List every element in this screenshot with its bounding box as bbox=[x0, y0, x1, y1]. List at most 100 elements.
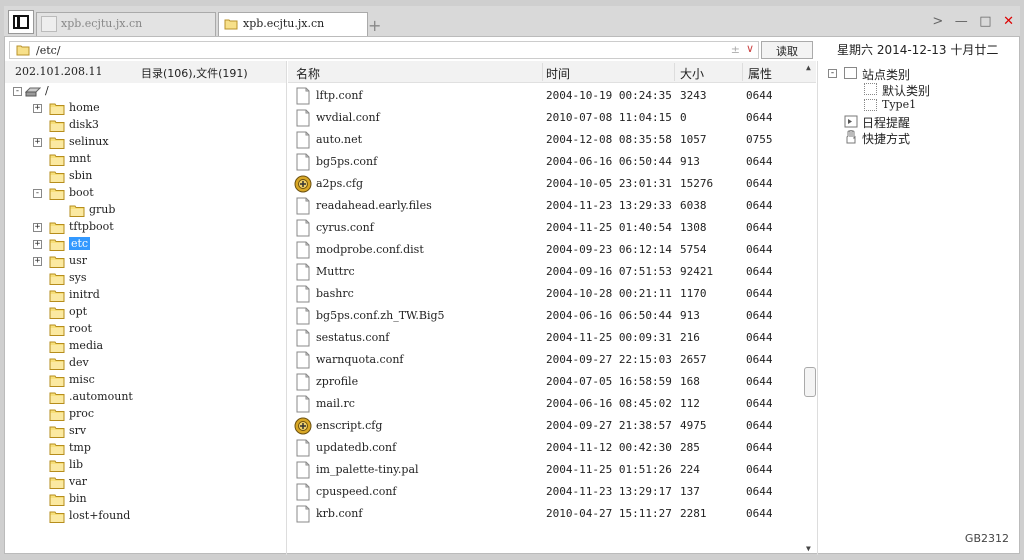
shortcuts-node[interactable]: 快捷方式 bbox=[818, 129, 1021, 146]
tab-active[interactable]: xpb.ecjtu.jx.cn bbox=[218, 12, 368, 36]
scroll-down-icon[interactable]: ▼ bbox=[806, 544, 811, 553]
file-row[interactable]: cyrus.conf 2004-11-25 01:40:54 1308 0644 bbox=[288, 217, 800, 239]
file-row[interactable]: wvdial.conf 2010-07-08 11:04:15 0 0644 bbox=[288, 107, 800, 129]
column-size[interactable]: 大小 bbox=[680, 65, 704, 82]
plus-minus-icon[interactable]: ± bbox=[731, 43, 740, 56]
tree-node[interactable]: dev bbox=[5, 355, 287, 372]
column-attr[interactable]: 属性 bbox=[748, 65, 772, 82]
column-divider[interactable] bbox=[542, 63, 543, 81]
file-name: mail.rc bbox=[316, 397, 355, 410]
sidebar-toggle-button[interactable] bbox=[8, 10, 34, 34]
tree-node-label: etc bbox=[69, 237, 91, 250]
file-name: sestatus.conf bbox=[316, 331, 390, 344]
column-divider[interactable] bbox=[742, 63, 743, 81]
file-time: 2004-12-08 08:35:58 bbox=[546, 133, 672, 146]
expand-icon[interactable]: + bbox=[33, 240, 42, 249]
new-tab-button[interactable]: + bbox=[368, 16, 381, 35]
tree-node[interactable]: + tftpboot bbox=[5, 219, 287, 236]
file-row[interactable]: readahead.early.files 2004-11-23 13:29:33… bbox=[288, 195, 800, 217]
next-icon[interactable]: > bbox=[932, 14, 943, 29]
site-pane: - 站点类别 默认类别 Type1 日程提醒 快捷方式 bbox=[817, 61, 1021, 555]
tree-node[interactable]: disk3 bbox=[5, 117, 287, 134]
file-row[interactable]: warnquota.conf 2004-09-27 22:15:03 2657 064… bbox=[288, 349, 800, 371]
tree-node[interactable]: .automount bbox=[5, 389, 287, 406]
folder-icon bbox=[49, 120, 65, 132]
minimize-button[interactable]: — bbox=[955, 14, 968, 29]
file-row[interactable]: modprobe.conf.dist 2004-09-23 06:12:14 575… bbox=[288, 239, 800, 261]
close-button[interactable]: ✕ bbox=[1003, 14, 1014, 29]
tree-node[interactable]: initrd bbox=[5, 287, 287, 304]
tree-node[interactable]: var bbox=[5, 474, 287, 491]
scroll-up-icon[interactable]: ▲ bbox=[806, 63, 811, 72]
tree-node[interactable]: sbin bbox=[5, 168, 287, 185]
file-row[interactable]: im_palette-tiny.pal 2004-11-25 01:51:26 22… bbox=[288, 459, 800, 481]
file-attr: 0644 bbox=[746, 287, 773, 300]
expand-icon[interactable]: + bbox=[33, 138, 42, 147]
tree-node[interactable]: tmp bbox=[5, 440, 287, 457]
file-row[interactable]: bashrc 2004-10-28 00:21:11 1170 0644 bbox=[288, 283, 800, 305]
expand-icon[interactable]: + bbox=[33, 257, 42, 266]
tree-node[interactable]: proc bbox=[5, 406, 287, 423]
tree-node[interactable]: misc bbox=[5, 372, 287, 389]
expand-icon[interactable]: + bbox=[33, 104, 42, 113]
file-size: 112 bbox=[680, 397, 700, 410]
file-row[interactable]: cpuspeed.conf 2004-11-23 13:29:17 137 0644 bbox=[288, 481, 800, 503]
file-list-scrollbar[interactable]: ▲ ▼ bbox=[804, 61, 816, 555]
type1-node[interactable]: Type1 bbox=[818, 97, 1021, 113]
file-row[interactable]: sestatus.conf 2004-11-25 00:09:31 216 0644 bbox=[288, 327, 800, 349]
read-button[interactable]: 读取 bbox=[761, 41, 813, 59]
file-row[interactable]: a2ps.cfg 2004-10-05 23:01:31 15276 0644 bbox=[288, 173, 800, 195]
file-row[interactable]: mail.rc 2004-06-16 08:45:02 112 0644 bbox=[288, 393, 800, 415]
folder-icon bbox=[49, 273, 65, 285]
tree-node[interactable]: srv bbox=[5, 423, 287, 440]
tab-inactive[interactable]: xpb.ecjtu.jx.cn bbox=[36, 12, 216, 36]
file-row[interactable]: zprofile 2004-07-05 16:58:59 168 0644 bbox=[288, 371, 800, 393]
collapse-icon[interactable]: - bbox=[828, 69, 837, 78]
tree-node[interactable]: media bbox=[5, 338, 287, 355]
tree-node[interactable]: lib bbox=[5, 457, 287, 474]
tree-node[interactable]: - boot bbox=[5, 185, 287, 202]
file-size: 1308 bbox=[680, 221, 707, 234]
chevron-down-icon[interactable]: ∨ bbox=[746, 42, 754, 55]
blank-page-icon bbox=[41, 16, 57, 32]
site-category-node[interactable]: - 站点类别 bbox=[818, 65, 1021, 82]
file-row[interactable]: enscript.cfg 2004-09-27 21:38:57 4975 0644 bbox=[288, 415, 800, 437]
collapse-icon[interactable]: - bbox=[33, 189, 42, 198]
category-icon bbox=[864, 83, 877, 95]
file-attr: 0644 bbox=[746, 243, 773, 256]
collapse-icon[interactable]: - bbox=[13, 87, 22, 96]
tree-node[interactable]: + home bbox=[5, 100, 287, 117]
file-row[interactable]: updatedb.conf 2004-11-12 00:42:30 285 0644 bbox=[288, 437, 800, 459]
folder-icon bbox=[49, 188, 65, 200]
tree-node[interactable]: bin bbox=[5, 491, 287, 508]
tree-node[interactable]: - / bbox=[5, 83, 287, 100]
file-row[interactable]: auto.net 2004-12-08 08:35:58 1057 0755 bbox=[288, 129, 800, 151]
tree-node-label: lost+found bbox=[69, 509, 131, 522]
document-icon bbox=[296, 439, 310, 457]
folder-icon bbox=[49, 324, 65, 336]
default-category-node[interactable]: 默认类别 bbox=[818, 81, 1021, 98]
tree-node[interactable]: + etc bbox=[5, 236, 287, 253]
maximize-button[interactable]: □ bbox=[979, 14, 991, 29]
tree-node[interactable]: grub bbox=[5, 202, 287, 219]
file-row[interactable]: bg5ps.conf 2004-06-16 06:50:44 913 0644 bbox=[288, 151, 800, 173]
file-row[interactable]: Muttrc 2004-09-16 07:51:53 92421 0644 bbox=[288, 261, 800, 283]
file-row[interactable]: krb.conf 2010-04-27 15:11:27 2281 0644 bbox=[288, 503, 800, 525]
address-bar[interactable]: /etc/ ± ∨ bbox=[9, 41, 759, 59]
tree-node[interactable]: opt bbox=[5, 304, 287, 321]
column-time[interactable]: 时间 bbox=[546, 65, 570, 82]
expand-icon[interactable]: + bbox=[33, 223, 42, 232]
scrollbar-thumb[interactable] bbox=[804, 367, 816, 397]
tree-node[interactable]: mnt bbox=[5, 151, 287, 168]
tree-node[interactable]: root bbox=[5, 321, 287, 338]
tree-node[interactable]: + usr bbox=[5, 253, 287, 270]
file-row[interactable]: bg5ps.conf.zh_TW.Big5 2004-06-16 06:50:44… bbox=[288, 305, 800, 327]
file-row[interactable]: lftp.conf 2004-10-19 00:24:35 3243 0644 bbox=[288, 85, 800, 107]
file-name: auto.net bbox=[316, 133, 363, 146]
schedule-node[interactable]: 日程提醒 bbox=[818, 113, 1021, 130]
tree-node[interactable]: lost+found bbox=[5, 508, 287, 525]
tree-node[interactable]: + selinux bbox=[5, 134, 287, 151]
column-divider[interactable] bbox=[674, 63, 675, 81]
tree-node[interactable]: sys bbox=[5, 270, 287, 287]
column-name[interactable]: 名称 bbox=[296, 65, 320, 82]
